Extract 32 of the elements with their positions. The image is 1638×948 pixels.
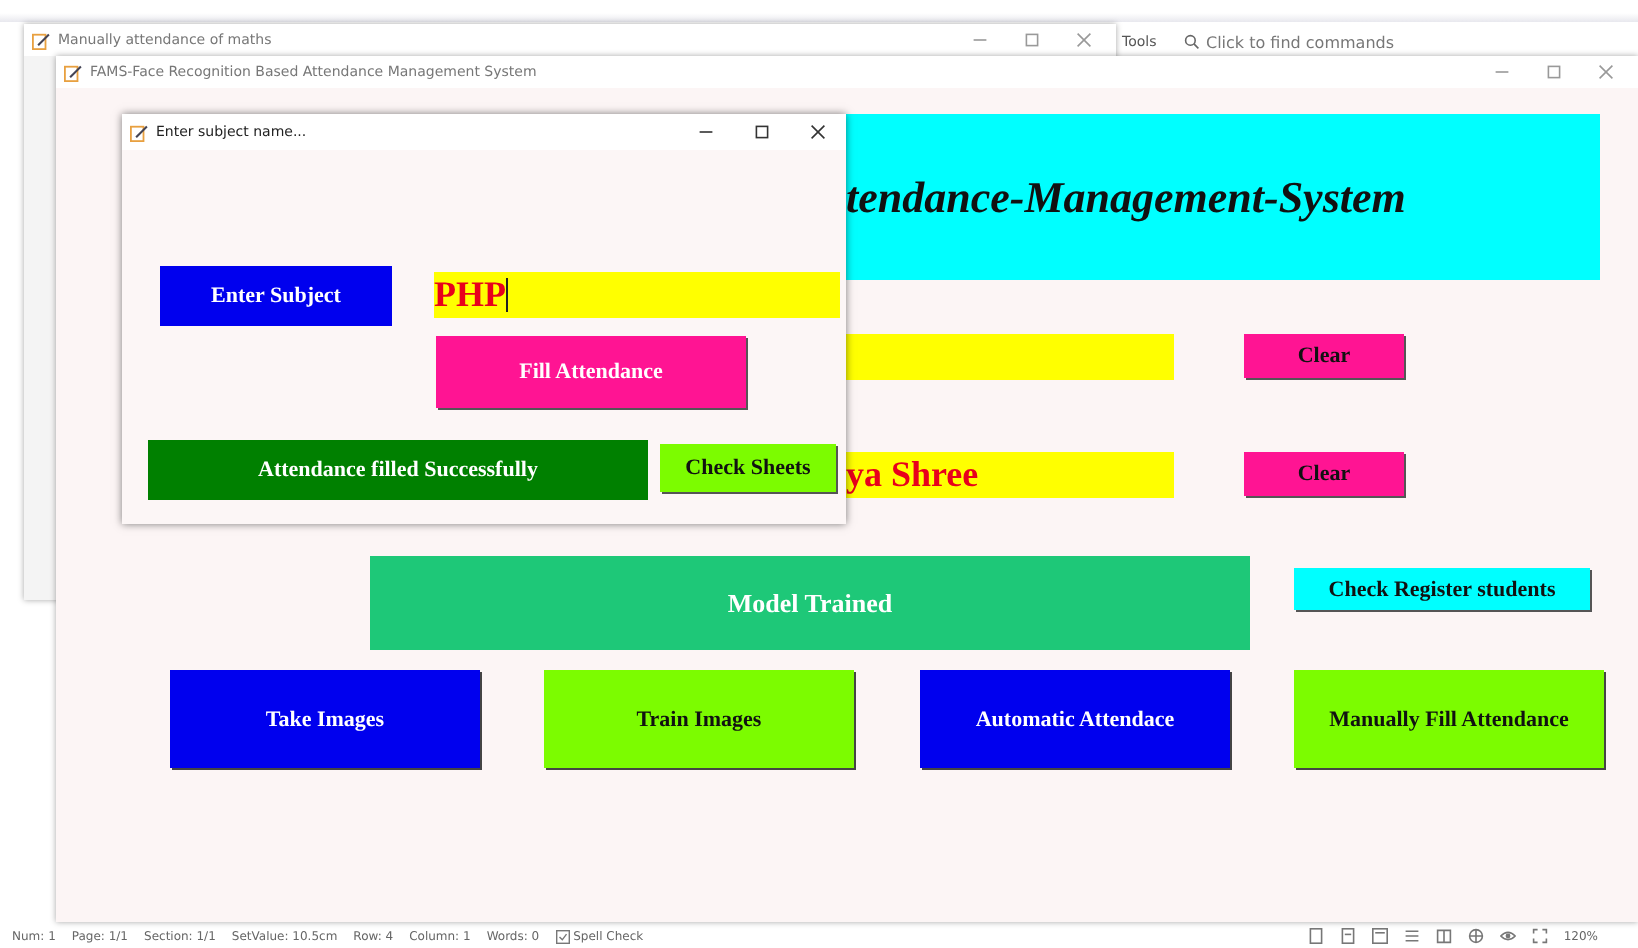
list-icon[interactable] — [1403, 928, 1420, 944]
clear-button[interactable]: Clear — [1244, 452, 1404, 496]
action-button[interactable]: Take Images — [170, 670, 480, 768]
action-button[interactable]: Train Images — [544, 670, 854, 768]
fit-icon[interactable] — [1531, 928, 1548, 944]
pencil-icon — [130, 123, 148, 141]
fill-attendance-button[interactable]: Fill Attendance — [436, 336, 746, 408]
status-banner: Model Trained — [370, 556, 1250, 650]
check-sheets-button[interactable]: Check Sheets — [660, 444, 836, 492]
search-icon — [1184, 34, 1200, 50]
input-field[interactable] — [846, 334, 1174, 380]
layout-icon[interactable] — [1371, 928, 1388, 944]
action-button[interactable]: Automatic Attendace — [920, 670, 1230, 768]
page-icon[interactable] — [1307, 928, 1324, 944]
clear-button[interactable]: Clear — [1244, 334, 1404, 378]
success-message: Attendance filled Successfully — [148, 440, 648, 500]
action-button[interactable]: Manually Fill Attendance — [1294, 670, 1604, 768]
pencil-icon — [32, 31, 50, 49]
maximize-icon[interactable] — [754, 124, 770, 140]
command-search-field[interactable]: Click to find commands — [1184, 30, 1444, 54]
input-field[interactable]: ya Shree — [846, 452, 1174, 498]
subject-label: Enter Subject — [160, 266, 392, 326]
pencil-icon — [64, 63, 82, 81]
check-icon — [555, 929, 570, 943]
book-icon[interactable] — [1435, 928, 1452, 944]
close-icon[interactable] — [810, 124, 826, 140]
eye-icon[interactable] — [1499, 928, 1516, 944]
page-icon[interactable] — [1339, 928, 1356, 944]
subject-field[interactable]: PHP — [434, 272, 840, 318]
globe-icon[interactable] — [1467, 928, 1484, 944]
check-register-button[interactable]: Check Register students — [1294, 568, 1590, 610]
app-banner: tendance-Management-System — [846, 114, 1600, 280]
